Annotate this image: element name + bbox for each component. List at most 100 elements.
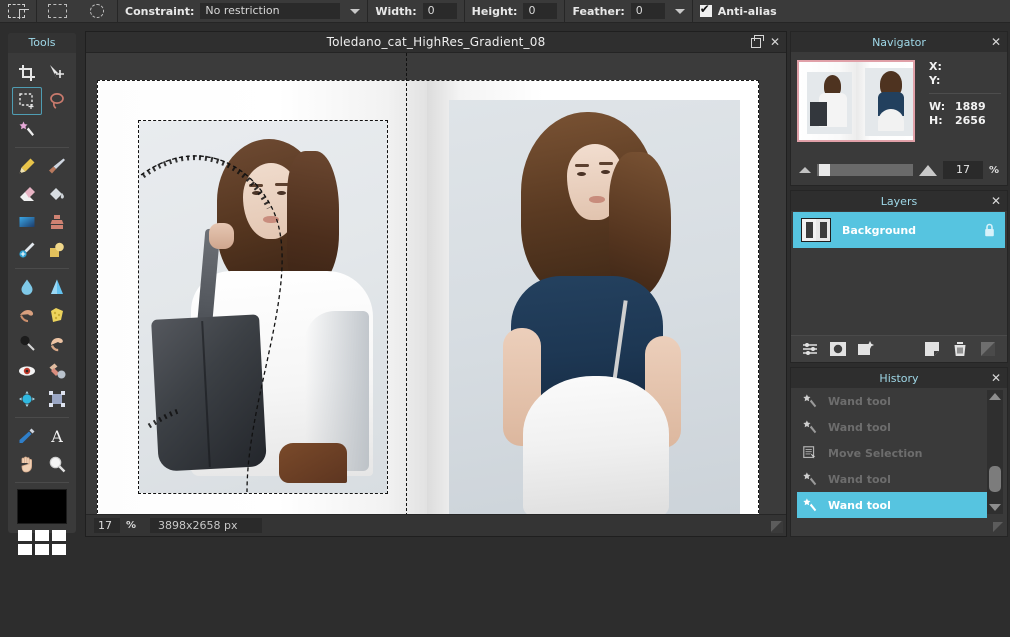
page-spread (97, 80, 759, 516)
chevron-down-icon[interactable] (675, 9, 685, 14)
navigator-close-button[interactable]: ✕ (991, 34, 1001, 50)
scrollbar-thumb[interactable] (989, 466, 1001, 492)
layer-effects-icon[interactable] (857, 340, 875, 358)
antialias-checkbox[interactable] (700, 5, 712, 17)
navigator-panel-header: Navigator ✕ (791, 32, 1007, 52)
palette-swatch[interactable] (35, 544, 49, 555)
adjustment-layer-icon[interactable] (801, 340, 819, 358)
sponge-tool[interactable] (42, 301, 72, 329)
history-close-button[interactable]: ✕ (991, 370, 1001, 386)
navigator-zoom-input[interactable]: 17 (943, 161, 983, 179)
history-item[interactable]: Wand tool (791, 388, 991, 414)
tool-preset-button[interactable] (0, 0, 36, 23)
navigator-coordinates: X: Y: W:1889 H:2656 (929, 60, 1001, 142)
history-item-active[interactable]: Wand tool (797, 492, 987, 518)
tools-panel-title: Tools (8, 33, 76, 53)
dodge-tool[interactable] (12, 329, 42, 357)
clone-stamp-tool[interactable] (42, 208, 72, 236)
palette-swatch[interactable] (52, 530, 66, 541)
feather-input[interactable]: 0 (631, 3, 665, 19)
canvas-area[interactable] (86, 53, 786, 516)
history-item-label: Wand tool (828, 499, 891, 512)
h-value: 2656 (955, 114, 986, 128)
gradient-icon (18, 213, 36, 231)
layer-mask-icon[interactable] (829, 340, 847, 358)
sharpen-tool[interactable] (42, 273, 72, 301)
brush-tool[interactable] (42, 152, 72, 180)
eraser-tool[interactable] (12, 180, 42, 208)
sponge-icon (48, 306, 66, 324)
transform-tool[interactable] (42, 385, 72, 413)
delete-layer-icon[interactable] (951, 340, 969, 358)
burn-tool[interactable] (42, 329, 72, 357)
rectangular-marquee-tool[interactable] (12, 87, 42, 115)
layers-panel-title: Layers (881, 195, 917, 208)
zoom-tool[interactable] (42, 450, 72, 478)
hand-tool[interactable] (12, 450, 42, 478)
history-item[interactable]: Wand tool (791, 466, 991, 492)
layers-close-button[interactable]: ✕ (991, 193, 1001, 209)
eyedropper-tool[interactable] (12, 422, 42, 450)
crop-tool[interactable] (12, 59, 42, 87)
navigator-thumbnail[interactable] (797, 60, 915, 142)
restore-window-button[interactable] (751, 34, 762, 50)
shape-tool[interactable] (42, 236, 72, 264)
divider (15, 147, 69, 148)
retouch-tool[interactable] (42, 357, 72, 385)
foreground-color-swatch[interactable] (17, 489, 67, 524)
scroll-down-icon[interactable] (989, 504, 1001, 511)
constraint-select[interactable]: No restriction (200, 3, 340, 19)
history-item-label: Wand tool (828, 473, 891, 486)
history-item[interactable]: Move Selection (791, 440, 991, 466)
text-tool[interactable]: A (42, 422, 72, 450)
zoom-out-triangle-icon[interactable] (799, 167, 811, 173)
history-scrollbar[interactable] (987, 390, 1003, 514)
red-eye-tool[interactable] (12, 357, 42, 385)
tools-panel: Tools (8, 33, 76, 533)
layer-row-background[interactable]: Background (793, 212, 1005, 248)
pencil-tool[interactable] (12, 152, 42, 180)
palette-swatch[interactable] (35, 530, 49, 541)
color-replace-tool[interactable] (12, 385, 42, 413)
panel-resize-grip-icon[interactable] (979, 340, 997, 358)
magic-wand-tool[interactable] (12, 115, 42, 143)
history-item-label: Wand tool (828, 395, 891, 408)
elliptical-marquee-icon (84, 2, 110, 21)
palette-swatch[interactable] (18, 530, 32, 541)
new-layer-icon[interactable] (923, 340, 941, 358)
history-item-label: Wand tool (828, 421, 891, 434)
marquee-shape-rect-button[interactable] (37, 0, 77, 23)
crop-icon (18, 64, 36, 82)
blur-tool[interactable] (12, 273, 42, 301)
antialias-group[interactable]: Anti-alias (693, 0, 784, 23)
divider (15, 482, 69, 483)
history-item[interactable]: Wand tool (791, 414, 991, 440)
marquee-shape-ellipse-button[interactable] (77, 0, 117, 23)
zoom-slider[interactable] (817, 164, 913, 176)
scroll-up-icon[interactable] (989, 393, 1001, 400)
navigator-panel-title: Navigator (872, 36, 926, 49)
photo-right (449, 100, 740, 516)
palette-swatch[interactable] (52, 544, 66, 555)
height-input[interactable]: 0 (523, 3, 557, 19)
move-tool[interactable] (42, 59, 72, 87)
smudge-tool[interactable] (12, 301, 42, 329)
constraint-group: Constraint: No restriction (118, 0, 367, 23)
zoom-level-input[interactable]: 17 (94, 518, 120, 533)
layer-name: Background (842, 224, 916, 237)
close-document-button[interactable]: ✕ (770, 34, 780, 50)
zoom-slider-handle[interactable] (819, 164, 830, 176)
lasso-tool[interactable] (42, 87, 72, 115)
history-resize-grip[interactable] (993, 522, 1004, 533)
move-selection-icon (801, 444, 819, 462)
width-input[interactable]: 0 (423, 3, 457, 19)
palette-swatch[interactable] (18, 544, 32, 555)
chevron-down-icon[interactable] (350, 9, 360, 14)
eraser-icon (18, 185, 36, 203)
zoom-in-triangle-icon[interactable] (919, 165, 937, 176)
gradient-tool[interactable] (12, 208, 42, 236)
paint-bucket-tool[interactable] (42, 180, 72, 208)
model-eyebrow (575, 164, 589, 167)
repair-brush-tool[interactable] (12, 236, 42, 264)
window-resize-grip[interactable] (771, 521, 783, 533)
